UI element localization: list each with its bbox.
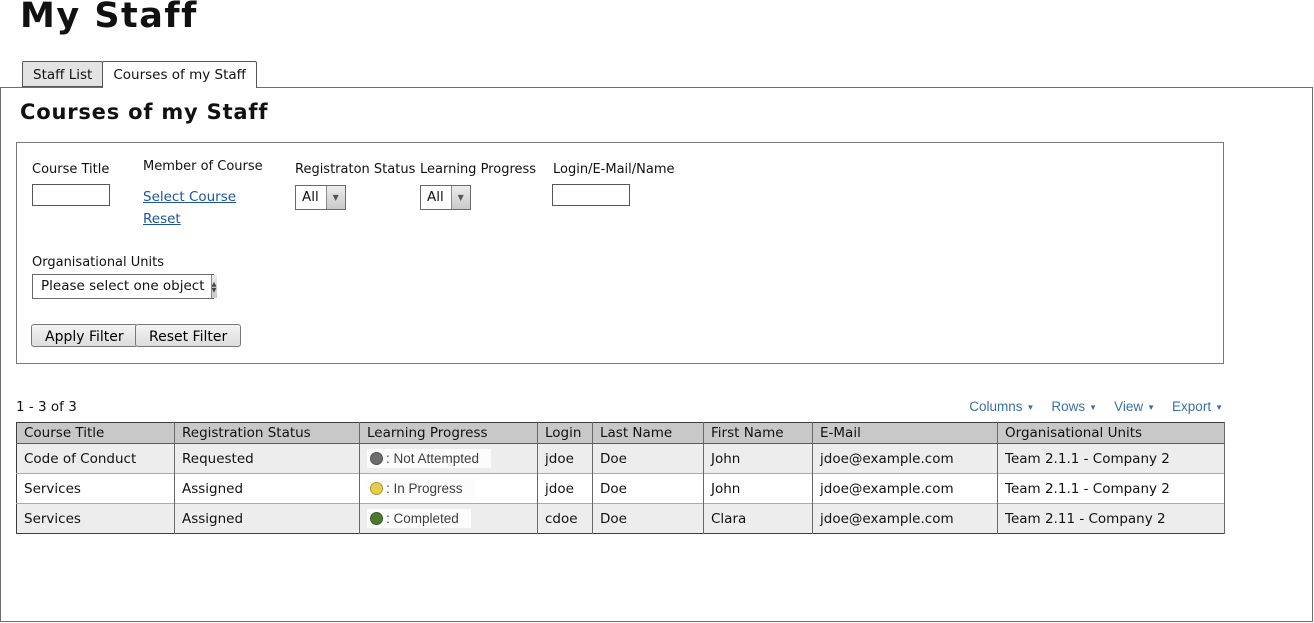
cell-last-name: Doe xyxy=(593,444,704,474)
courses-table-wrap: Course Title Registration Status Learnin… xyxy=(16,422,1225,534)
page-title: My Staff xyxy=(20,0,198,36)
learning-progress-text: : Not Attempted xyxy=(386,451,479,466)
cell-first-name: Clara xyxy=(704,504,813,534)
table-row: Services Assigned : Completed cdoe Doe C… xyxy=(17,504,1225,534)
registration-status-value: All xyxy=(296,186,326,209)
tab-staff-list[interactable]: Staff List xyxy=(22,61,103,87)
login-email-name-label: Login/E-Mail/Name xyxy=(553,162,675,177)
cell-first-name: John xyxy=(704,474,813,504)
export-menu-label: Export xyxy=(1172,399,1211,414)
learning-progress-text: : Completed xyxy=(386,511,459,526)
column-header-organisational-units: Organisational Units xyxy=(998,423,1225,444)
cell-learning-progress: : Completed xyxy=(360,504,538,534)
spinner-icon[interactable]: ▲ ▼ xyxy=(211,275,217,298)
section-heading: Courses of my Staff xyxy=(20,100,268,124)
apply-filter-button[interactable]: Apply Filter xyxy=(31,324,138,347)
registration-status-label: Registraton Status xyxy=(295,162,415,177)
login-email-name-input[interactable] xyxy=(552,184,630,206)
cell-registration-status: Assigned xyxy=(175,474,360,504)
cell-course-title: Services xyxy=(17,504,175,534)
member-of-course-label: Member of Course xyxy=(143,159,263,174)
table-header-row: Course Title Registration Status Learnin… xyxy=(17,423,1225,444)
column-header-learning-progress: Learning Progress xyxy=(360,423,538,444)
status-dot-icon xyxy=(370,452,383,465)
cell-email: jdoe@example.com xyxy=(813,504,998,534)
reset-course-link[interactable]: Reset xyxy=(143,211,181,227)
chevron-down-icon: ▼ xyxy=(1215,401,1223,412)
learning-progress-badge: : In Progress xyxy=(367,479,475,498)
view-menu[interactable]: View ▼ xyxy=(1114,399,1155,414)
tab-bar: Staff List Courses of my Staff xyxy=(22,61,256,88)
cell-login: jdoe xyxy=(538,444,593,474)
organisational-units-value: Please select one object xyxy=(33,275,211,298)
cell-organisational-units: Team 2.1.1 - Company 2 xyxy=(998,474,1225,504)
reset-filter-button[interactable]: Reset Filter xyxy=(135,324,241,347)
columns-menu[interactable]: Columns ▼ xyxy=(969,399,1034,414)
column-header-login: Login xyxy=(538,423,593,444)
column-header-first-name: First Name xyxy=(704,423,813,444)
column-header-email: E-Mail xyxy=(813,423,998,444)
rows-menu[interactable]: Rows ▼ xyxy=(1051,399,1097,414)
table-toolbar: Columns ▼ Rows ▼ View ▼ Export ▼ xyxy=(969,399,1223,414)
tab-courses-of-my-staff[interactable]: Courses of my Staff xyxy=(102,61,257,88)
learning-progress-text: : In Progress xyxy=(386,481,463,496)
rows-menu-label: Rows xyxy=(1051,399,1085,414)
cell-registration-status: Assigned xyxy=(175,504,360,534)
learning-progress-label: Learning Progress xyxy=(420,162,536,177)
chevron-down-icon: ▼ xyxy=(1147,401,1155,412)
filter-panel: Course Title Member of Course Select Cou… xyxy=(16,142,1224,364)
chevron-down-icon: ▼ xyxy=(1026,401,1034,412)
table-row: Code of Conduct Requested : Not Attempte… xyxy=(17,444,1225,474)
courses-table: Course Title Registration Status Learnin… xyxy=(16,422,1225,534)
organisational-units-label: Organisational Units xyxy=(32,255,164,270)
cell-email: jdoe@example.com xyxy=(813,474,998,504)
cell-first-name: John xyxy=(704,444,813,474)
status-dot-icon xyxy=(370,482,383,495)
learning-progress-value: All xyxy=(421,186,451,209)
table-row: Services Assigned : In Progress jdoe Doe… xyxy=(17,474,1225,504)
learning-progress-badge: : Completed xyxy=(367,509,471,528)
chevron-down-icon[interactable]: ▼ xyxy=(326,186,345,209)
result-count: 1 - 3 of 3 xyxy=(16,399,77,415)
tab-content-panel: Courses of my Staff Course Title Member … xyxy=(0,87,1313,622)
column-header-last-name: Last Name xyxy=(593,423,704,444)
cell-organisational-units: Team 2.11 - Company 2 xyxy=(998,504,1225,534)
cell-course-title: Services xyxy=(17,474,175,504)
registration-status-select[interactable]: All ▼ xyxy=(295,185,346,210)
export-menu[interactable]: Export ▼ xyxy=(1172,399,1223,414)
cell-organisational-units: Team 2.1.1 - Company 2 xyxy=(998,444,1225,474)
chevron-down-icon[interactable]: ▼ xyxy=(451,186,470,209)
column-header-course-title: Course Title xyxy=(17,423,175,444)
course-title-input[interactable] xyxy=(32,184,110,206)
learning-progress-select[interactable]: All ▼ xyxy=(420,185,471,210)
cell-login: jdoe xyxy=(538,474,593,504)
column-header-registration-status: Registration Status xyxy=(175,423,360,444)
columns-menu-label: Columns xyxy=(969,399,1022,414)
cell-login: cdoe xyxy=(538,504,593,534)
learning-progress-badge: : Not Attempted xyxy=(367,449,491,468)
cell-email: jdoe@example.com xyxy=(813,444,998,474)
cell-registration-status: Requested xyxy=(175,444,360,474)
view-menu-label: View xyxy=(1114,399,1143,414)
chevron-down-icon: ▼ xyxy=(1089,401,1097,412)
select-course-link[interactable]: Select Course xyxy=(143,189,236,205)
status-dot-icon xyxy=(370,512,383,525)
spinner-down-icon: ▼ xyxy=(212,287,217,293)
cell-last-name: Doe xyxy=(593,504,704,534)
cell-course-title: Code of Conduct xyxy=(17,444,175,474)
course-title-label: Course Title xyxy=(32,162,109,177)
organisational-units-select[interactable]: Please select one object ▲ ▼ xyxy=(32,274,214,299)
cell-last-name: Doe xyxy=(593,474,704,504)
cell-learning-progress: : Not Attempted xyxy=(360,444,538,474)
cell-learning-progress: : In Progress xyxy=(360,474,538,504)
